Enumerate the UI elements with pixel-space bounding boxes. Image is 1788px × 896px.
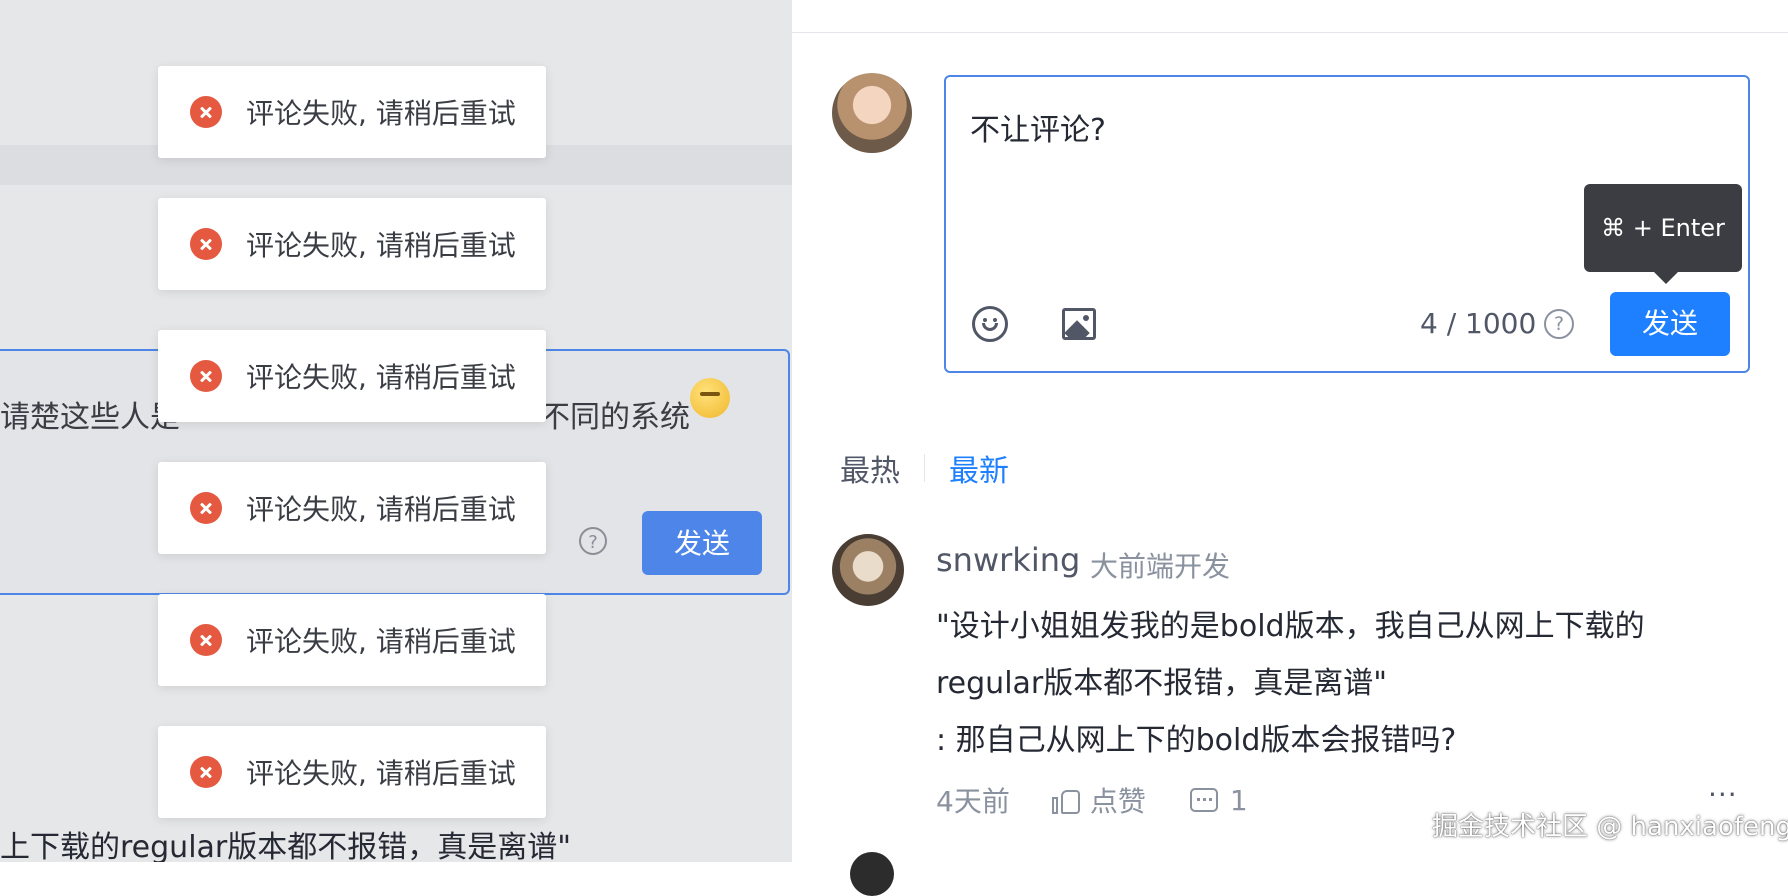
background-pane: 请楚这些人是 不同的系统 0 ? 发送 上下载的regular版本都不报错，真是… (0, 0, 792, 862)
image-icon[interactable] (1062, 308, 1096, 340)
comment-line: "设计小姐姐发我的是bold版本，我自己从网上下载的 (936, 609, 1645, 644)
error-circle-icon (190, 360, 222, 392)
error-circle-icon (190, 228, 222, 260)
error-circle-icon (190, 624, 222, 656)
error-toast: 评论失败, 请稍后重试 (158, 198, 546, 290)
error-toast: 评论失败, 请稍后重试 (158, 462, 546, 554)
error-toast: 评论失败, 请稍后重试 (158, 594, 546, 686)
comment-line: regular版本都不报错，真是离谱" (936, 666, 1388, 701)
comment-input[interactable]: 不让评论? (970, 105, 1106, 149)
toast-message: 评论失败, 请稍后重试 (246, 97, 516, 130)
comment-panel: 不让评论? 4 / 1000 ? 发送 ⌘ + Enter 最热 最新 snwr… (792, 0, 1788, 896)
thumbs-up-icon[interactable] (1051, 786, 1080, 814)
background-editor-text-right: 不同的系统 (540, 400, 690, 435)
comment-actions: 4天前 点赞 1 (936, 780, 1248, 820)
comment-user-title: 大前端开发 (1090, 550, 1231, 583)
divider (792, 32, 1788, 33)
error-toast: 评论失败, 请稍后重试 (158, 726, 546, 818)
toast-message: 评论失败, 请稍后重试 (246, 757, 516, 790)
toast-message: 评论失败, 请稍后重试 (246, 229, 516, 262)
comment-content: "设计小姐姐发我的是bold版本，我自己从网上下载的 regular版本都不报错… (936, 598, 1736, 769)
toast-message: 评论失败, 请稍后重试 (246, 493, 516, 526)
error-toast: 评论失败, 请稍后重试 (158, 66, 546, 158)
comment-time: 4天前 (936, 785, 1010, 818)
reply-count[interactable]: 1 (1230, 784, 1248, 817)
send-button[interactable]: 发送 (1610, 292, 1730, 356)
tab-newest[interactable]: 最新 (949, 446, 1009, 490)
comment-username[interactable]: snwrking (936, 541, 1080, 579)
watermark: 掘金技术社区 @ hanxiaofeng (1432, 812, 1788, 842)
background-editor-text: 请楚这些人是 (0, 400, 180, 435)
avatar[interactable] (850, 852, 894, 896)
error-circle-icon (190, 756, 222, 788)
comment-bubble-icon[interactable] (1189, 788, 1218, 812)
background-send-button[interactable]: 发送 (642, 511, 762, 575)
error-circle-icon (190, 96, 222, 128)
comment-line: : 那自己从网上下的bold版本会报错吗? (936, 723, 1457, 758)
like-button[interactable]: 点赞 (1090, 780, 1146, 820)
error-toast: 评论失败, 请稍后重试 (158, 330, 546, 422)
emoji-icon[interactable] (972, 306, 1008, 342)
tab-hottest[interactable]: 最热 (840, 446, 900, 490)
toast-message: 评论失败, 请稍后重试 (246, 361, 516, 394)
error-circle-icon (190, 492, 222, 524)
char-counter: 4 / 1000 (1420, 307, 1537, 340)
toast-message: 评论失败, 请稍后重试 (246, 625, 516, 658)
background-help-icon[interactable]: ? (579, 527, 607, 555)
thinking-emoji-icon (690, 378, 730, 418)
shortcut-tooltip: ⌘ + Enter (1584, 184, 1742, 284)
help-icon[interactable]: ? (1544, 309, 1574, 339)
background-comment-text: 上下载的regular版本都不报错，真是离谱" (0, 830, 572, 862)
tab-divider (924, 454, 925, 482)
sort-tabs: 最热 最新 (840, 446, 1009, 490)
avatar[interactable] (832, 534, 904, 606)
avatar[interactable] (832, 73, 912, 153)
